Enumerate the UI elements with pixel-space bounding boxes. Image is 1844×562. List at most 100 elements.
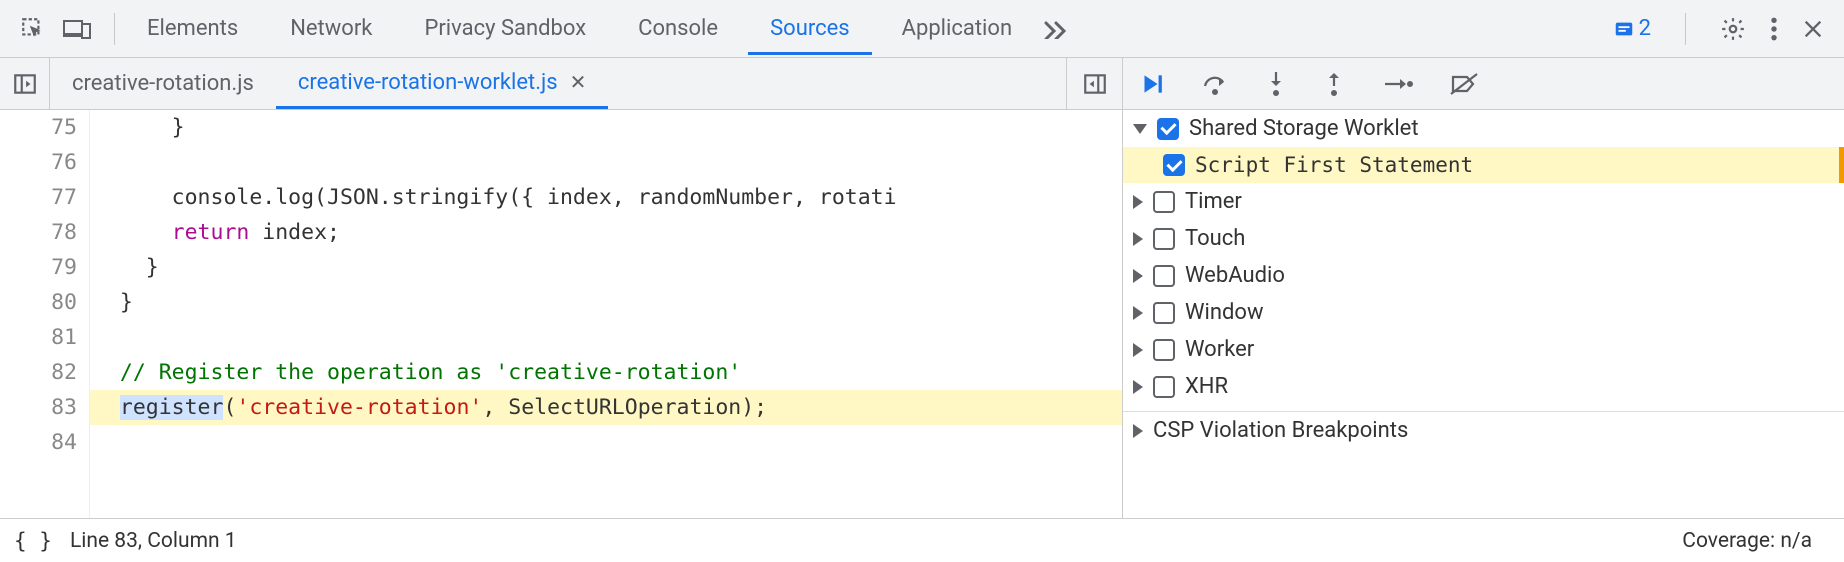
inspect-icon[interactable] [20,16,46,42]
issues-count: 2 [1639,16,1651,41]
editor-pane[interactable]: 75 76 77 78 79 80 81 82 83 84 } console.… [0,110,1122,518]
code-line: // Register the operation as 'creative-r… [90,355,1122,390]
file-tab-creative-rotation-worklet[interactable]: creative-rotation-worklet.js ✕ [276,58,609,109]
bp-category-worker[interactable]: Worker [1123,331,1844,368]
chevron-right-icon [1133,306,1143,320]
line-number: 79 [0,250,77,285]
bp-category-shared-storage-worklet[interactable]: Shared Storage Worklet [1123,110,1844,147]
gear-icon[interactable] [1720,16,1746,42]
resume-icon[interactable] [1137,71,1165,97]
panel-right-icon [1082,71,1108,97]
code-line [90,425,1122,460]
line-gutter: 75 76 77 78 79 80 81 82 83 84 [0,110,90,518]
more-tabs-icon[interactable] [1042,19,1070,39]
coverage-status: Coverage: n/a [1682,529,1830,553]
main-tabs: Elements Network Privacy Sandbox Console… [125,2,1613,55]
tab-network[interactable]: Network [268,2,394,55]
bp-category-label: Shared Storage Worklet [1189,116,1419,141]
line-number: 76 [0,145,77,180]
bp-section-label: CSP Violation Breakpoints [1153,418,1408,443]
line-number: 81 [0,320,77,355]
file-tab-label: creative-rotation-worklet.js [298,70,558,95]
chevron-right-icon [1133,343,1143,357]
bp-section-csp-violation[interactable]: CSP Violation Breakpoints [1123,412,1844,449]
issues-badge[interactable]: 2 [1613,16,1651,41]
content-area: 75 76 77 78 79 80 81 82 83 84 } console.… [0,110,1844,518]
navigator-toggle[interactable] [0,58,50,109]
bp-category-label: XHR [1185,374,1228,399]
line-number: 84 [0,425,77,460]
subbar-left: creative-rotation.js creative-rotation-w… [0,58,1122,109]
chevron-right-icon [1133,380,1143,394]
line-number: 80 [0,285,77,320]
checkbox-worker[interactable] [1153,339,1175,361]
file-tab-label: creative-rotation.js [72,71,254,96]
toolbar-left-icons [8,16,104,42]
code-line: console.log(JSON.stringify({ index, rand… [90,180,1122,215]
code-line [90,145,1122,180]
code-line-highlighted: register('creative-rotation', SelectURLO… [90,390,1122,425]
checkbox-xhr[interactable] [1153,376,1175,398]
checkbox-script-first[interactable] [1163,154,1185,176]
chevron-right-icon [1133,232,1143,246]
bp-category-window[interactable]: Window [1123,294,1844,331]
line-number: 78 [0,215,77,250]
pretty-print-icon[interactable]: { } [14,529,52,553]
sources-subbar: creative-rotation.js creative-rotation-w… [0,58,1844,110]
bp-category-label: WebAudio [1185,263,1285,288]
devtools-toolbar: Elements Network Privacy Sandbox Console… [0,0,1844,58]
step-into-icon[interactable] [1265,70,1287,98]
bp-category-label: Window [1185,300,1264,325]
toolbar-divider [114,13,115,45]
bp-item-script-first-statement[interactable]: Script First Statement [1123,147,1844,183]
bp-category-timer[interactable]: Timer [1123,183,1844,220]
code-line: } [90,250,1122,285]
tab-console[interactable]: Console [616,2,740,55]
file-tab-creative-rotation[interactable]: creative-rotation.js [50,58,276,109]
tab-elements[interactable]: Elements [125,2,260,55]
deactivate-breakpoints-icon[interactable] [1449,72,1479,96]
checkbox-window[interactable] [1153,302,1175,324]
checkbox-webaudio[interactable] [1153,265,1175,287]
cursor-position: Line 83, Column 1 [70,529,237,553]
code-line: } [90,285,1122,320]
checkbox-shared-storage[interactable] [1157,118,1179,140]
bp-item-label: Script First Statement [1195,153,1473,177]
close-icon[interactable] [1802,18,1824,40]
statusbar: { } Line 83, Column 1 Coverage: n/a [0,518,1844,562]
code-line [90,320,1122,355]
bp-category-label: Worker [1185,337,1254,362]
step-icon[interactable] [1381,73,1413,95]
chevron-right-icon [1133,424,1143,438]
line-number: 77 [0,180,77,215]
panel-left-icon [12,71,38,97]
bp-category-webaudio[interactable]: WebAudio [1123,257,1844,294]
tab-privacy-sandbox[interactable]: Privacy Sandbox [402,2,608,55]
kebab-icon[interactable] [1770,16,1778,42]
tab-application[interactable]: Application [880,2,1034,55]
code-line: } [90,110,1122,145]
step-over-icon[interactable] [1201,71,1229,97]
bp-category-xhr[interactable]: XHR [1123,368,1844,405]
code-area[interactable]: } console.log(JSON.stringify({ index, ra… [90,110,1122,518]
chevron-right-icon [1133,195,1143,209]
chevron-right-icon [1133,269,1143,283]
checkbox-touch[interactable] [1153,228,1175,250]
tab-sources[interactable]: Sources [748,2,872,55]
breakpoints-pane: Shared Storage Worklet Script First Stat… [1122,110,1844,518]
device-toggle-icon[interactable] [62,17,92,41]
show-debugger-toggle[interactable] [1066,58,1122,109]
toolbar-right: 2 [1613,13,1836,45]
line-number: 82 [0,355,77,390]
checkbox-timer[interactable] [1153,191,1175,213]
file-tabs: creative-rotation.js creative-rotation-w… [50,58,608,109]
bp-category-touch[interactable]: Touch [1123,220,1844,257]
close-tab-icon[interactable]: ✕ [570,70,587,94]
bp-category-label: Touch [1185,226,1245,251]
debugger-controls [1122,58,1844,109]
line-number: 75 [0,110,77,145]
bp-category-label: Timer [1185,189,1242,214]
code-line: return index; [90,215,1122,250]
step-out-icon[interactable] [1323,70,1345,98]
issues-icon [1613,18,1635,40]
